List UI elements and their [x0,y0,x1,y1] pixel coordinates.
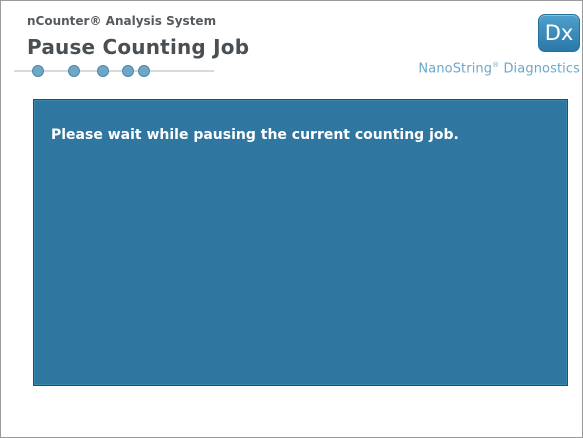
progress-step-5 [138,65,150,77]
progress-step-3 [97,65,109,77]
brand-name: NanoString [418,61,493,77]
status-message: Please wait while pausing the current co… [51,127,459,143]
app-window: nCounter® Analysis System Pause Counting… [0,0,583,438]
system-title: nCounter® Analysis System [27,14,217,28]
brand-suffix: Diagnostics [499,61,580,77]
page-title: Pause Counting Job [27,35,250,59]
progress-step-1 [32,65,44,77]
message-panel: Please wait while pausing the current co… [33,99,568,386]
progress-step-2 [68,65,80,77]
brand-logo: NanoString® Diagnostics [418,61,580,76]
progress-indicator [14,65,214,77]
progress-step-4 [122,65,134,77]
dx-logo-icon: Dx [538,14,580,52]
